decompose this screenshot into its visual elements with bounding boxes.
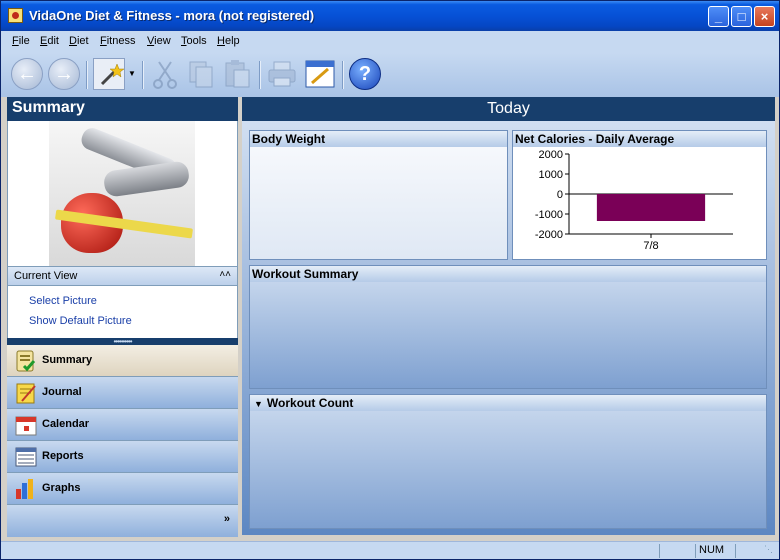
net-calories-chart: 2000 1000 0 -1000 -2000 7/8 — [535, 149, 733, 252]
workout-count-panel: ▼ Workout Count — [249, 394, 767, 529]
workout-count-header[interactable]: ▼ Workout Count — [250, 395, 766, 411]
summary-icon — [14, 349, 38, 373]
maximize-button[interactable]: □ — [731, 6, 752, 27]
toolbar-separator — [259, 61, 261, 89]
status-num: NUM — [695, 544, 735, 558]
menu-view[interactable]: View — [147, 35, 171, 47]
app-window: VidaOne Diet & Fitness - mora (not regis… — [0, 0, 780, 560]
wand-dropdown-arrow-icon[interactable]: ▼ — [125, 58, 139, 90]
nav-summary[interactable]: Summary — [7, 345, 238, 377]
y-tick-label: -1000 — [535, 209, 563, 221]
main-title: Today — [242, 97, 775, 121]
reports-icon — [14, 445, 38, 469]
body-weight-title: Body Weight — [250, 131, 507, 147]
nav-journal[interactable]: Journal — [7, 377, 238, 409]
left-panel-title: Summary — [7, 97, 238, 121]
nav-calendar-label: Calendar — [42, 418, 90, 430]
forward-arrow-icon[interactable]: → — [48, 58, 80, 90]
resize-grip-icon[interactable]: ⋱ — [761, 544, 777, 558]
toolbar-separator — [86, 61, 88, 89]
summary-picture-area — [7, 121, 238, 266]
x-tick-label: 7/8 — [643, 240, 658, 252]
journal-icon — [14, 381, 38, 405]
body-weight-content — [250, 147, 507, 259]
edit-window-icon[interactable] — [304, 58, 336, 90]
workout-summary-title: Workout Summary — [250, 266, 766, 282]
status-bar: NUM ⋱ — [1, 541, 779, 559]
status-cell-empty — [735, 544, 761, 558]
menu-help[interactable]: Help — [217, 35, 240, 47]
main-area: Today Body Weight Net Calories - Daily A… — [242, 97, 775, 535]
window-title: VidaOne Diet & Fitness - mora (not regis… — [29, 8, 315, 23]
menu-file[interactable]: File — [12, 35, 30, 47]
menu-tools[interactable]: Tools — [181, 35, 207, 47]
toolbar: ← → ▼ ? — [1, 53, 779, 97]
current-view-label: Current View — [14, 270, 78, 282]
dumbbell-graphic — [102, 160, 191, 198]
current-view-header[interactable]: Current View ˄˄ — [7, 266, 238, 286]
workout-summary-content — [250, 282, 766, 388]
net-calories-title: Net Calories - Daily Average — [513, 131, 766, 147]
copy-icon[interactable] — [185, 58, 217, 90]
y-tick-label: 1000 — [539, 169, 563, 181]
left-panel: Summary Current View ˄˄ Select Picture S… — [7, 97, 238, 541]
cut-icon[interactable] — [149, 58, 181, 90]
y-tick-label: 0 — [557, 189, 563, 201]
nav-graphs-label: Graphs — [42, 482, 81, 494]
current-view-body: Select Picture Show Default Picture — [7, 286, 238, 338]
magic-wand-icon[interactable] — [93, 58, 125, 90]
net-calories-chart-area: 2000 1000 0 -1000 -2000 7/8 — [513, 147, 766, 259]
collapse-triangle-icon[interactable]: ▼ — [254, 399, 263, 409]
calendar-icon — [14, 413, 38, 437]
body-weight-panel: Body Weight — [249, 130, 508, 260]
select-picture-link[interactable]: Select Picture — [29, 295, 97, 307]
workout-summary-panel: Workout Summary — [249, 265, 767, 389]
y-tick-label: -2000 — [535, 229, 563, 241]
menu-edit[interactable]: Edit — [40, 35, 59, 47]
status-cell-empty — [659, 544, 695, 558]
nav-reports[interactable]: Reports — [7, 441, 238, 473]
show-default-picture-link[interactable]: Show Default Picture — [29, 315, 132, 327]
nav-journal-label: Journal — [42, 386, 82, 398]
nav-overflow-bar: » — [7, 505, 238, 537]
title-bar[interactable]: VidaOne Diet & Fitness - mora (not regis… — [1, 1, 779, 31]
menu-bar: File Edit Diet Fitness View Tools Help — [1, 31, 779, 53]
graphs-icon — [14, 477, 38, 501]
collapse-up-icon[interactable]: ˄˄ — [219, 269, 231, 280]
panel-splitter-handle[interactable]: •••••••••• — [7, 338, 238, 346]
menu-fitness[interactable]: Fitness — [100, 35, 135, 47]
workout-count-content — [250, 411, 766, 528]
app-icon[interactable] — [8, 8, 23, 23]
net-calories-panel: Net Calories - Daily Average 2000 1000 0 -1… — [512, 130, 767, 260]
summary-picture — [49, 121, 195, 266]
minimize-button[interactable]: _ — [708, 6, 729, 27]
workout-count-title: Workout Count — [266, 396, 354, 410]
paste-icon[interactable] — [221, 58, 253, 90]
toolbar-separator — [142, 61, 144, 89]
nav-calendar[interactable]: Calendar — [7, 409, 238, 441]
y-tick-label: 2000 — [539, 149, 563, 161]
nav-summary-label: Summary — [42, 354, 93, 366]
nav-graphs[interactable]: Graphs — [7, 473, 238, 505]
print-icon[interactable] — [266, 58, 298, 90]
toolbar-separator — [342, 61, 344, 89]
help-icon[interactable]: ? — [349, 58, 381, 90]
nav-reports-label: Reports — [42, 450, 84, 462]
chart-bar — [596, 194, 706, 221]
close-button[interactable]: × — [754, 6, 775, 27]
nav-more-icon[interactable]: » — [224, 513, 230, 525]
menu-diet[interactable]: Diet — [69, 35, 89, 47]
back-arrow-icon[interactable]: ← — [11, 58, 43, 90]
